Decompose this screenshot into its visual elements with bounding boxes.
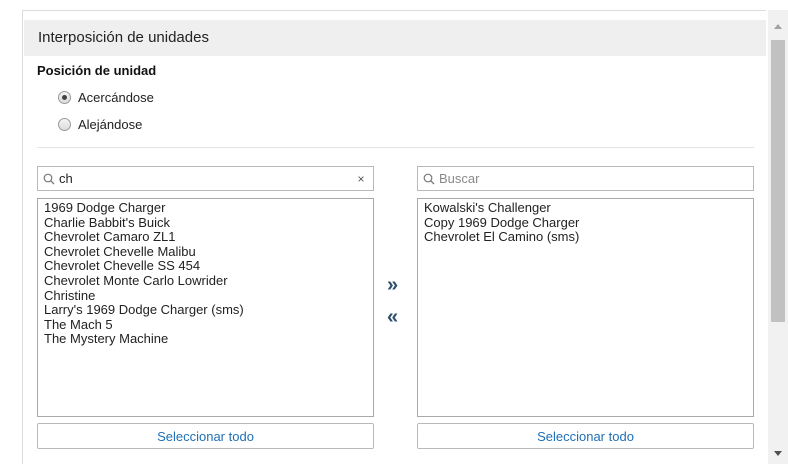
right-search-box[interactable] — [417, 166, 754, 191]
radio-label-approaching: Acercándose — [78, 90, 154, 105]
section-title: Interposición de unidades — [38, 29, 209, 46]
radio-approaching[interactable]: Acercándose — [58, 90, 154, 105]
list-item[interactable]: Kowalski's Challenger — [424, 200, 747, 216]
list-item[interactable]: The Mach 5 — [44, 317, 367, 333]
radio-button-leaving[interactable] — [58, 118, 71, 131]
radio-leaving[interactable]: Alejándose — [58, 117, 142, 132]
right-select-all-button[interactable]: Seleccionar todo — [417, 423, 754, 449]
list-item[interactable]: Chevrolet Camaro ZL1 — [44, 230, 367, 245]
list-item[interactable]: Chevrolet El Camino (sms) — [424, 230, 747, 245]
list-item[interactable]: Charlie Babbit's Buick — [44, 215, 367, 231]
left-search-box[interactable]: × — [37, 166, 374, 191]
list-item[interactable]: Chevrolet Monte Carlo Lowrider — [44, 273, 367, 289]
close-icon[interactable]: × — [353, 172, 369, 186]
list-item[interactable]: Chevrolet Chevelle Malibu — [44, 244, 367, 260]
right-search-input[interactable] — [439, 167, 753, 190]
double-chevron-left-icon[interactable]: « — [387, 307, 398, 327]
list-item[interactable]: Larry's 1969 Dodge Charger (sms) — [44, 303, 367, 318]
list-item[interactable]: Chevrolet Chevelle SS 454 — [44, 259, 367, 274]
position-label: Posición de unidad — [37, 63, 157, 78]
radio-label-leaving: Alejándose — [78, 117, 143, 132]
scroll-down-icon[interactable] — [768, 445, 788, 462]
right-list[interactable]: Kowalski's Challenger Copy 1969 Dodge Cha… — [417, 198, 754, 417]
search-icon — [423, 173, 435, 185]
list-item[interactable]: Christine — [44, 288, 367, 304]
list-item[interactable]: The Mystery Machine — [44, 332, 367, 347]
double-chevron-right-icon[interactable]: » — [387, 275, 398, 295]
scrollbar-thumb[interactable] — [771, 40, 785, 322]
search-icon — [43, 173, 55, 185]
list-item[interactable]: Copy 1969 Dodge Charger — [424, 215, 747, 231]
divider — [37, 147, 754, 148]
left-select-all-button[interactable]: Seleccionar todo — [37, 423, 374, 449]
list-item[interactable]: 1969 Dodge Charger — [44, 200, 367, 216]
left-list[interactable]: 1969 Dodge Charger Charlie Babbit's Buick… — [37, 198, 374, 417]
vertical-scrollbar[interactable] — [768, 10, 788, 464]
scroll-up-icon[interactable] — [768, 18, 788, 35]
section-header: Interposición de unidades — [24, 20, 766, 56]
left-search-input[interactable] — [59, 167, 353, 190]
radio-button-approaching[interactable] — [58, 91, 71, 104]
